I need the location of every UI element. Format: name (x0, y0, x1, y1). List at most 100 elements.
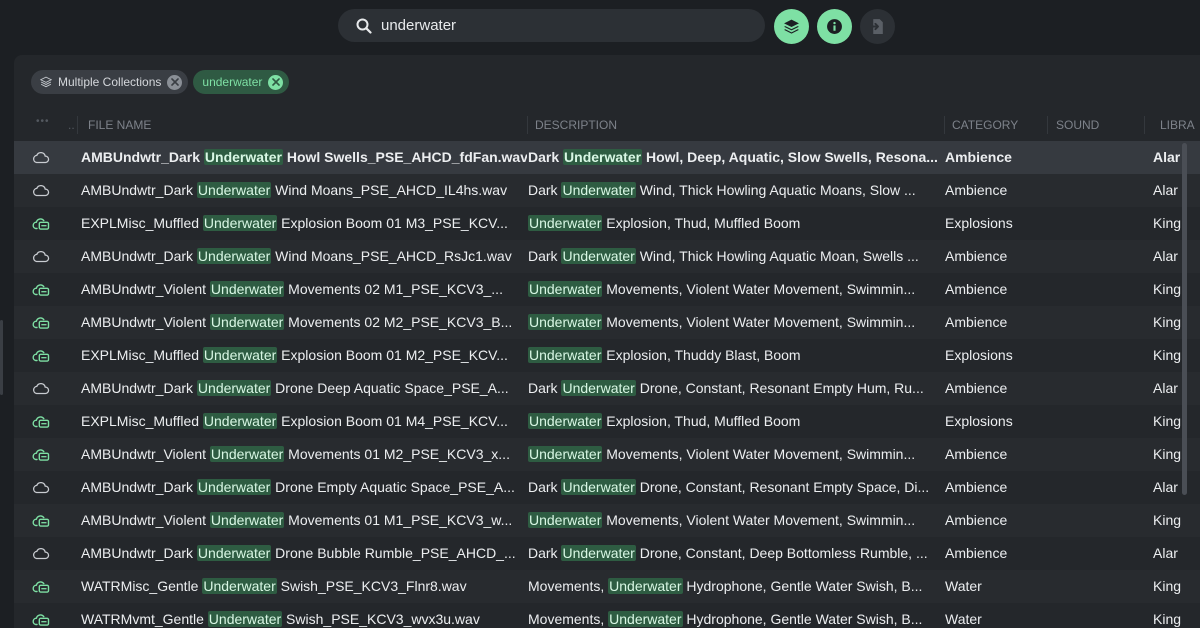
table-row[interactable]: WATRMisc_Gentle Underwater Swish_PSE_KCV… (14, 570, 1200, 603)
search-match-highlight: Underwater (528, 347, 603, 363)
export-icon (869, 19, 883, 34)
filter-chip-search-term[interactable]: underwater (193, 70, 290, 94)
cell-category: Ambience (945, 281, 1008, 297)
cloud-local-icon (32, 513, 50, 528)
results-list: AMBUndwtr_Dark Underwater Howl Swells_PS… (14, 141, 1200, 628)
cell-category: Ambience (945, 248, 1008, 264)
column-header-file-name[interactable]: FILE NAME (88, 118, 151, 132)
cloud-local-icon (32, 348, 50, 363)
column-header-description[interactable]: DESCRIPTION (535, 118, 617, 132)
cell-library: Alar (1153, 479, 1178, 495)
cell-library: King (1153, 347, 1182, 363)
filter-chip-label: underwater (202, 75, 263, 89)
column-options-handle[interactable]: ••• (36, 116, 50, 127)
search-match-highlight: Underwater (202, 578, 277, 594)
table-row[interactable]: AMBUndwtr_Dark Underwater Wind Moans_PSE… (14, 174, 1200, 207)
cell-library: King (1153, 281, 1182, 297)
cloud-icon (32, 249, 50, 264)
cell-library: Alar (1153, 182, 1178, 198)
top-bar (0, 0, 1200, 54)
table-row[interactable]: EXPLMisc_Muffled Underwater Explosion Bo… (14, 339, 1200, 372)
table-row[interactable]: AMBUndwtr_Dark Underwater Drone Bubble R… (14, 537, 1200, 570)
cell-category: Ambience (945, 380, 1008, 396)
table-row[interactable]: AMBUndwtr_Violent Underwater Movements 0… (14, 273, 1200, 306)
filter-chip-label: Multiple Collections (58, 75, 162, 89)
search-match-highlight: Underwater (528, 314, 603, 330)
cloud-icon (32, 381, 50, 396)
cell-description: Dark Underwater Drone, Constant, Resonan… (528, 479, 930, 495)
cell-file-name: AMBUndwtr_Dark Underwater Drone Empty Aq… (81, 479, 515, 495)
cell-file-name: WATRMvmt_Gentle Underwater Swish_PSE_KCV… (81, 611, 480, 627)
column-divider[interactable] (527, 116, 528, 134)
vertical-scrollbar[interactable] (1182, 143, 1187, 495)
search-match-highlight: Underwater (203, 149, 283, 165)
cell-file-name: AMBUndwtr_Violent Underwater Movements 0… (81, 512, 513, 528)
cell-category: Water (945, 578, 982, 594)
remove-filter-button[interactable] (167, 74, 183, 90)
filter-chip-collections[interactable]: Multiple Collections (31, 70, 189, 94)
search-match-highlight: Underwater (561, 380, 636, 396)
column-header-sound[interactable]: SOUND (1056, 118, 1099, 132)
layers-icon (784, 19, 799, 34)
remove-filter-button[interactable] (268, 74, 284, 90)
search-match-highlight: Underwater (202, 347, 278, 363)
search-match-highlight: Underwater (528, 446, 603, 462)
table-row[interactable]: AMBUndwtr_Violent Underwater Movements 0… (14, 504, 1200, 537)
info-button[interactable] (817, 9, 852, 44)
search-match-highlight: Underwater (207, 611, 283, 627)
cloud-local-icon (32, 414, 50, 429)
search-match-highlight: Underwater (196, 545, 272, 561)
table-row[interactable]: AMBUndwtr_Violent Underwater Movements 0… (14, 438, 1200, 471)
table-row[interactable]: EXPLMisc_Muffled Underwater Explosion Bo… (14, 405, 1200, 438)
search-match-highlight: Underwater (561, 545, 636, 561)
table-row[interactable]: EXPLMisc_Muffled Underwater Explosion Bo… (14, 207, 1200, 240)
search-match-highlight: Underwater (202, 413, 278, 429)
export-button[interactable] (860, 9, 895, 44)
column-header-category[interactable]: CATEGORY (952, 118, 1018, 132)
search-match-highlight: Underwater (528, 413, 603, 429)
search-match-highlight: Underwater (196, 380, 272, 396)
table-row[interactable]: WATRMvmt_Gentle Underwater Swish_PSE_KCV… (14, 603, 1200, 628)
column-header-library[interactable]: LIBRA (1160, 118, 1195, 132)
cell-description: Underwater Movements, Violent Water Move… (528, 512, 916, 528)
active-filters: Multiple Collections underwater (31, 70, 290, 94)
table-row[interactable]: AMBUndwtr_Dark Underwater Howl Swells_PS… (14, 141, 1200, 174)
cloud-local-icon (32, 447, 50, 462)
cloud-local-icon (32, 282, 50, 297)
cell-description: Dark Underwater Drone, Constant, Deep Bo… (528, 545, 928, 561)
cell-description: Movements, Underwater Hydrophone, Gentle… (528, 578, 923, 594)
column-divider[interactable] (1144, 116, 1145, 134)
table-row[interactable]: AMBUndwtr_Dark Underwater Drone Deep Aqu… (14, 372, 1200, 405)
table-row[interactable]: AMBUndwtr_Violent Underwater Movements 0… (14, 306, 1200, 339)
cell-description: Underwater Movements, Violent Water Move… (528, 314, 916, 330)
cell-category: Ambience (945, 182, 1008, 198)
cell-file-name: AMBUndwtr_Violent Underwater Movements 0… (81, 446, 510, 462)
column-divider[interactable] (944, 116, 945, 134)
cell-category: Explosions (945, 347, 1013, 363)
collections-button[interactable] (774, 9, 809, 44)
cloud-icon (32, 183, 50, 198)
cell-file-name: WATRMisc_Gentle Underwater Swish_PSE_KCV… (81, 578, 467, 594)
table-row[interactable]: AMBUndwtr_Dark Underwater Drone Empty Aq… (14, 471, 1200, 504)
info-icon (827, 19, 842, 34)
search-icon (356, 18, 372, 34)
column-divider[interactable] (1047, 116, 1048, 134)
cloud-local-icon (32, 612, 50, 627)
search-match-highlight: Underwater (196, 248, 272, 264)
table-header: ••• .. FILE NAME DESCRIPTION CATEGORY SO… (14, 112, 1200, 138)
search-match-highlight: Underwater (528, 281, 603, 297)
cloud-icon (32, 546, 50, 561)
search-match-highlight: Underwater (209, 512, 285, 528)
search-box[interactable] (338, 9, 765, 42)
cell-library: King (1153, 215, 1182, 231)
table-row[interactable]: AMBUndwtr_Dark Underwater Wind Moans_PSE… (14, 240, 1200, 273)
search-input[interactable] (381, 17, 741, 34)
cell-file-name: EXPLMisc_Muffled Underwater Explosion Bo… (81, 215, 508, 231)
column-divider[interactable] (77, 116, 78, 134)
cell-description: Underwater Movements, Violent Water Move… (528, 446, 916, 462)
cell-file-name: EXPLMisc_Muffled Underwater Explosion Bo… (81, 347, 508, 363)
search-match-highlight: Underwater (561, 182, 636, 198)
search-match-highlight: Underwater (196, 479, 272, 495)
cell-description: Underwater Explosion, Thud, Muffled Boom (528, 413, 801, 429)
cloud-local-icon (32, 579, 50, 594)
